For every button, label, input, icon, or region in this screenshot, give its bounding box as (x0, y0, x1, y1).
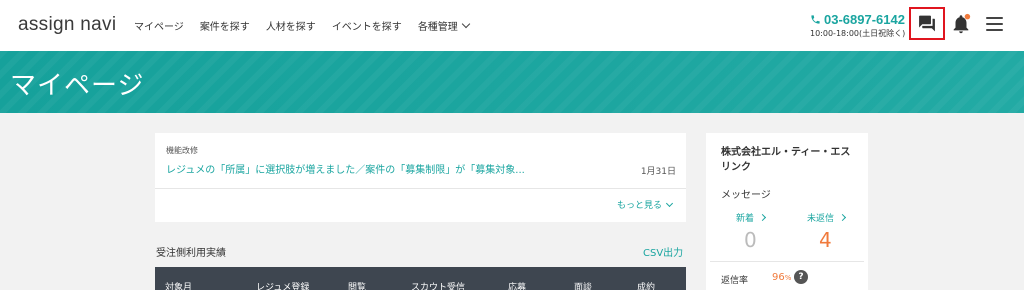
unreplied-messages-link[interactable]: 未返信 (807, 211, 847, 224)
phone-icon (811, 15, 820, 24)
chevron-right-icon (758, 213, 767, 222)
nav-mypage[interactable]: マイページ (134, 18, 184, 33)
news-date: 1月31日 (640, 167, 676, 177)
performance-table-header: 対象月 レジュメ登録 閲覧 スカウト受信 応募 面談 成約 (155, 267, 686, 290)
column-header[interactable]: 閲覧 (348, 280, 366, 290)
menu-icon[interactable] (986, 17, 1003, 31)
unreplied-messages-count: 4 (819, 228, 832, 252)
nav-find-events-label: イベントを探す (331, 22, 402, 33)
performance-title: 受注側利用実績 (156, 248, 226, 259)
notifications-button[interactable] (950, 13, 972, 35)
news-headline-link[interactable]: レジュメの「所属」に選択肢が増えました／案件の「募集制限」が「募集対象... (166, 161, 525, 176)
phone-number[interactable]: 03-6897-6142 (824, 12, 905, 27)
page-title: マイページ (10, 71, 145, 101)
column-header[interactable]: 対象月 (165, 280, 192, 290)
nav-find-projects-label: 案件を探す (199, 22, 250, 33)
chevron-down-icon (461, 19, 471, 29)
divider (710, 261, 864, 262)
unreplied-messages-label: 未返信 (807, 214, 835, 224)
nav-find-talent-label: 人材を探す (265, 22, 316, 33)
top-header: assign navi マイページ 案件を探す 人材を探す イベントを探す 各種… (0, 0, 1024, 51)
site-logo[interactable]: assign navi (18, 14, 116, 36)
more-news-link[interactable]: もっと見る (616, 198, 674, 211)
news-card: 機能改修 レジュメの「所属」に選択肢が増えました／案件の「募集制限」が「募集対象… (155, 133, 686, 222)
new-messages-label: 新着 (736, 214, 755, 224)
company-summary-card: 株式会社エル・ティー・エスリンク メッセージ 新着 未返信 0 4 返信率 96… (706, 133, 868, 290)
column-header[interactable]: 応募 (508, 280, 526, 290)
reply-rate-label: 返信率 (721, 276, 749, 286)
nav-find-projects[interactable]: 案件を探す (200, 18, 250, 33)
news-category: 機能改修 (166, 146, 198, 155)
phone-number-row: 03-6897-6142 (810, 12, 905, 27)
reply-rate-unit: % (784, 274, 792, 282)
nav-find-talent[interactable]: 人材を探す (266, 18, 316, 33)
nav-management-dropdown[interactable]: 各種管理 (417, 18, 471, 33)
bell-icon (953, 13, 971, 34)
reply-rate-value: 96% (772, 272, 791, 283)
page-banner: マイページ (0, 51, 1024, 113)
chat-icon (919, 15, 935, 32)
main-nav: マイページ 案件を探す 人材を探す イベントを探す 各種管理 (134, 18, 485, 33)
nav-management-label: 各種管理 (417, 22, 458, 33)
column-header[interactable]: 成約 (637, 280, 655, 290)
reply-rate-number: 96 (772, 272, 785, 283)
csv-export-link[interactable]: CSV出力 (643, 244, 683, 259)
new-messages-link[interactable]: 新着 (736, 211, 767, 224)
chevron-right-icon (838, 213, 847, 222)
column-header[interactable]: 面談 (574, 280, 592, 290)
more-news-label: もっと見る (616, 201, 662, 211)
phone-hours: 10:00-18:00(土日祝除く) (810, 29, 906, 38)
help-icon[interactable]: ? (794, 270, 808, 284)
messages-button[interactable] (909, 7, 945, 40)
contact-phone: 03-6897-6142 10:00-18:00(土日祝除く) (810, 12, 905, 39)
column-header[interactable]: レジュメ登録 (256, 280, 309, 290)
messages-heading: メッセージ (721, 190, 771, 201)
column-header[interactable]: スカウト受信 (411, 280, 465, 290)
divider (155, 188, 686, 189)
company-name: 株式会社エル・ティー・エスリンク (721, 147, 851, 173)
chevron-down-icon (665, 199, 674, 207)
nav-find-events[interactable]: イベントを探す (332, 18, 402, 33)
nav-mypage-label: マイページ (134, 22, 184, 33)
new-messages-count: 0 (744, 228, 757, 252)
